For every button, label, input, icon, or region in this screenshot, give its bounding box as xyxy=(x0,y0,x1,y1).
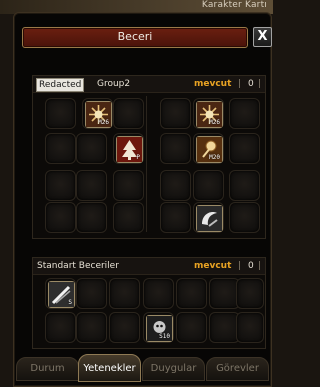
skill-slot[interactable] xyxy=(160,202,191,233)
skill-slot[interactable] xyxy=(45,312,76,343)
available-points-count: 0 xyxy=(248,79,254,89)
skill-group-header: Redacted Group2 mevcut | 0 | xyxy=(33,76,265,93)
close-button[interactable]: X xyxy=(253,27,272,47)
skill-slot[interactable] xyxy=(113,170,144,201)
skill-slot[interactable] xyxy=(176,312,207,343)
standard-skills-panel: Standart Beceriler mevcut | 0 | S S10 xyxy=(32,257,266,349)
skill-slot[interactable]: S xyxy=(45,278,76,309)
skill-slot[interactable] xyxy=(76,133,107,164)
tab-group2[interactable]: Group2 xyxy=(97,78,130,90)
tab-yetenekler[interactable]: Yetenekler xyxy=(78,354,141,382)
skill-slot[interactable]: M26 xyxy=(193,98,224,129)
skill-slot[interactable] xyxy=(76,202,107,233)
skill-slot[interactable] xyxy=(193,170,224,201)
slash-skill-icon[interactable]: S xyxy=(48,281,75,308)
skill-slot[interactable] xyxy=(236,312,264,343)
tab-gorevler[interactable]: Görevler xyxy=(206,357,269,381)
tab-duygular[interactable]: Duygular xyxy=(142,357,205,381)
skill-slot[interactable] xyxy=(143,278,174,309)
skill-slot[interactable] xyxy=(76,170,107,201)
skill-slot[interactable] xyxy=(229,133,260,164)
skill-slot[interactable] xyxy=(109,278,140,309)
standard-skills-title: Standart Beceriler xyxy=(37,261,119,271)
skill-slot[interactable] xyxy=(45,98,76,129)
bottom-tab-bar: Durum Yetenekler Duygular Görevler xyxy=(14,351,270,385)
skill-slot[interactable] xyxy=(113,202,144,233)
skill-slot[interactable] xyxy=(76,312,107,343)
skill-slot[interactable]: M20 xyxy=(193,133,224,164)
separator: | xyxy=(258,79,262,89)
skill-slot[interactable] xyxy=(229,98,260,129)
tab-durum[interactable]: Durum xyxy=(16,357,79,381)
wolf-skill-icon[interactable]: S10 xyxy=(146,315,173,342)
skill-slot[interactable] xyxy=(176,278,207,309)
skill-slot[interactable] xyxy=(160,98,191,129)
skill-slot[interactable]: S10 xyxy=(143,312,174,343)
title-bar[interactable]: Beceri xyxy=(22,27,248,48)
skill-level: S xyxy=(68,299,72,306)
skill-slot[interactable] xyxy=(76,278,107,309)
skill-slot[interactable] xyxy=(229,170,260,201)
skill-slot[interactable] xyxy=(113,98,144,129)
skill-level: M26 xyxy=(209,119,220,126)
tree-skill-icon[interactable]: P xyxy=(116,136,143,163)
available-points-count: 0 xyxy=(248,261,254,271)
skill-slot[interactable] xyxy=(45,133,76,164)
separator: | xyxy=(238,261,242,271)
available-points-label: mevcut xyxy=(194,79,232,89)
sunburst-skill-icon[interactable]: M26 xyxy=(85,101,112,128)
character-card-label: Karakter Kartı xyxy=(201,0,267,10)
orb-skill-icon[interactable]: M20 xyxy=(196,136,223,163)
skill-slot[interactable] xyxy=(229,202,260,233)
crescent-skill-icon[interactable] xyxy=(196,205,223,232)
skill-slot[interactable] xyxy=(193,202,224,233)
skill-slot[interactable] xyxy=(160,133,191,164)
skill-slot[interactable] xyxy=(236,278,264,309)
skill-level: M26 xyxy=(98,119,109,126)
sunburst-skill-icon[interactable]: M26 xyxy=(196,101,223,128)
skill-group-panel: Redacted Group2 mevcut | 0 | M26 P M26 M… xyxy=(32,75,266,239)
standard-skills-header: Standart Beceriler mevcut | 0 | xyxy=(33,258,265,275)
skill-slot[interactable] xyxy=(160,170,191,201)
skill-level: P xyxy=(136,154,140,161)
skill-window: Beceri X Redacted Group2 mevcut | 0 | M2… xyxy=(13,12,272,387)
skill-slot[interactable]: M26 xyxy=(82,98,113,129)
separator: | xyxy=(238,79,242,89)
window-title: Beceri xyxy=(117,30,153,43)
skill-level: M20 xyxy=(209,154,220,161)
skill-slot[interactable] xyxy=(45,170,76,201)
skill-slot[interactable] xyxy=(45,202,76,233)
skill-slot[interactable] xyxy=(109,312,140,343)
tab-group1[interactable]: Redacted xyxy=(36,78,85,92)
column-divider xyxy=(146,96,147,232)
available-points-label: mevcut xyxy=(194,261,232,271)
separator: | xyxy=(258,261,262,271)
skill-level: S10 xyxy=(159,333,170,340)
skill-slot[interactable]: P xyxy=(113,133,144,164)
